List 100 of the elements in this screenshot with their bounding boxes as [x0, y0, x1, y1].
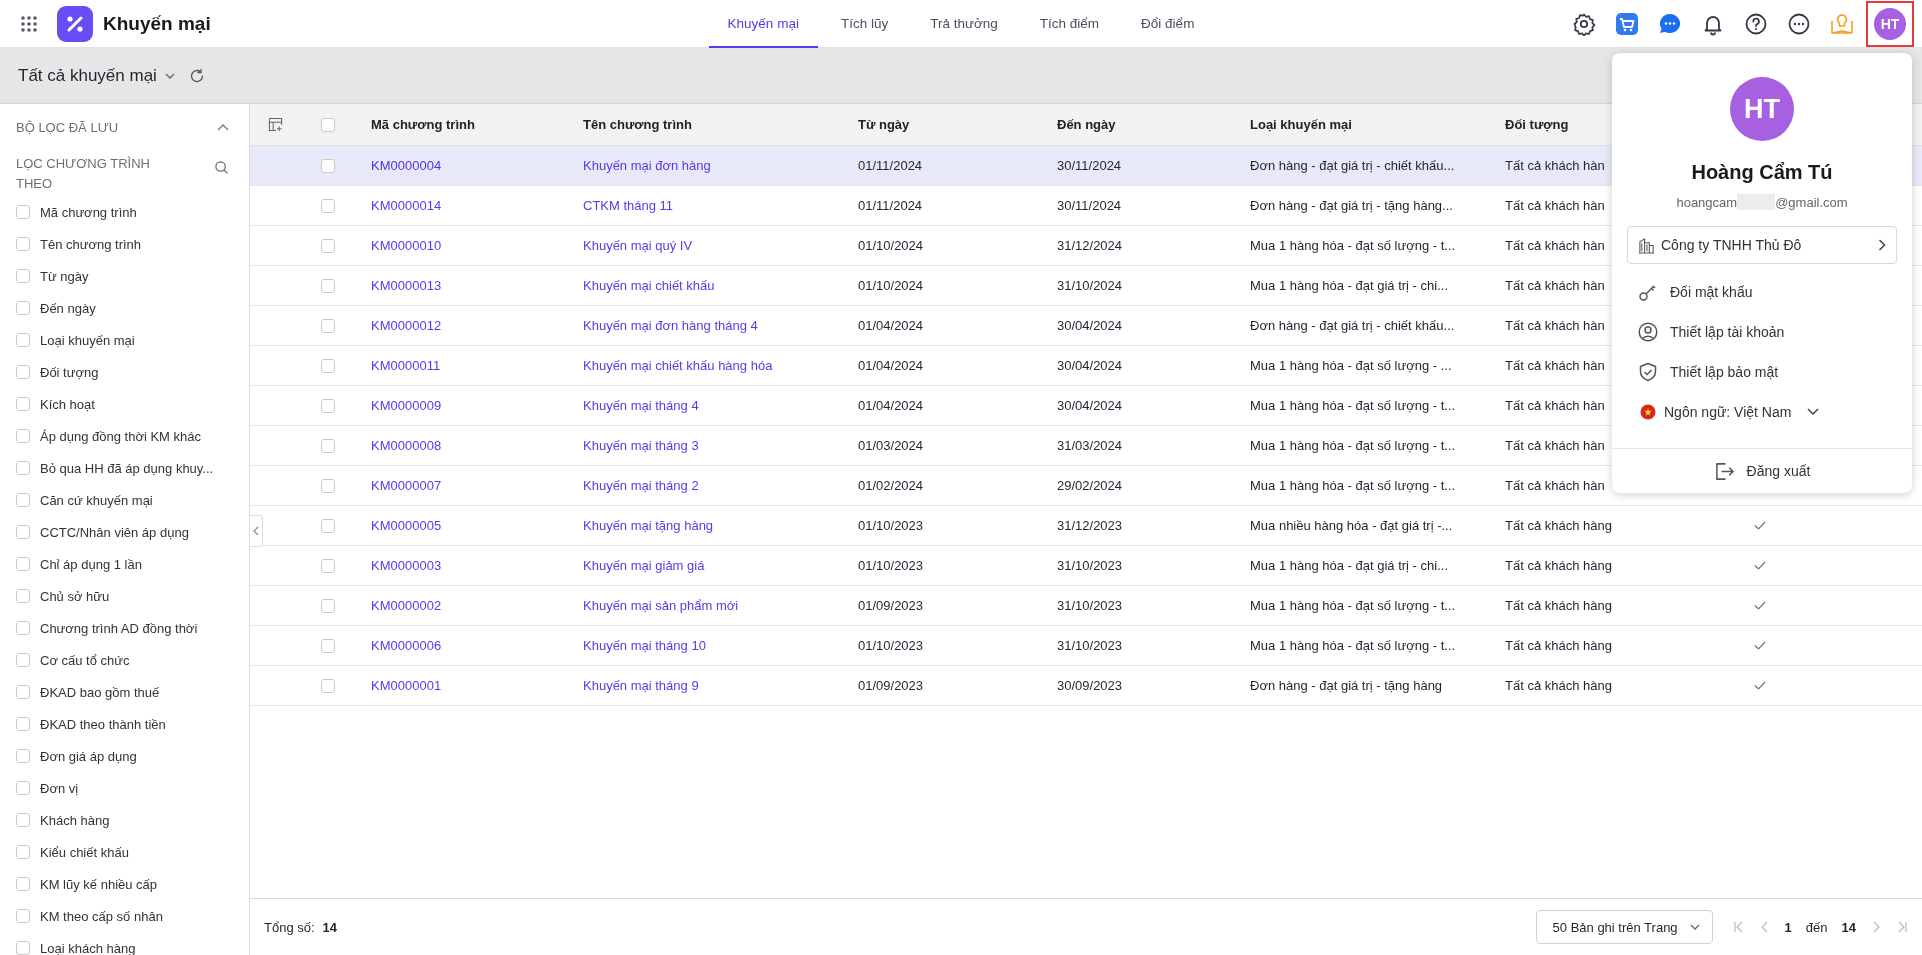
- program-name-link[interactable]: Khuyến mại quý IV: [583, 238, 693, 253]
- checkbox[interactable]: [16, 397, 30, 411]
- checkbox[interactable]: [320, 478, 335, 493]
- checkbox[interactable]: [16, 909, 30, 923]
- apps-grid-icon[interactable]: [20, 15, 38, 33]
- checkbox[interactable]: [320, 198, 335, 213]
- checkbox[interactable]: [16, 749, 30, 763]
- checkbox[interactable]: [16, 877, 30, 891]
- program-code-link[interactable]: KM0000010: [371, 238, 442, 253]
- program-code-link[interactable]: KM0000003: [371, 558, 442, 573]
- checkbox[interactable]: [16, 269, 30, 283]
- checkbox[interactable]: [320, 158, 335, 173]
- collapse-handle[interactable]: [250, 515, 263, 547]
- checkbox[interactable]: [16, 461, 30, 475]
- settings-icon[interactable]: [1572, 12, 1596, 36]
- caret-icon[interactable]: [164, 72, 175, 79]
- checkbox[interactable]: [16, 525, 30, 539]
- checkbox[interactable]: [16, 365, 30, 379]
- program-name-link[interactable]: Khuyến mại chiết khấu: [583, 278, 715, 293]
- program-code-link[interactable]: KM0000012: [371, 318, 442, 333]
- checkbox[interactable]: [16, 589, 30, 603]
- program-code-link[interactable]: KM0000007: [371, 478, 442, 493]
- program-code-link[interactable]: KM0000013: [371, 278, 442, 293]
- page-size-select[interactable]: 50 Bản ghi trên Trang: [1535, 910, 1713, 944]
- program-name-link[interactable]: Khuyến mại đơn hàng: [583, 158, 711, 173]
- checkbox[interactable]: [320, 598, 335, 613]
- more-icon[interactable]: [1787, 12, 1811, 36]
- program-code-link[interactable]: KM0000002: [371, 598, 442, 613]
- lightbulb-icon[interactable]: [1830, 12, 1854, 36]
- checkbox[interactable]: [16, 941, 30, 955]
- program-name-link[interactable]: Khuyến mại giảm giá: [583, 558, 705, 573]
- avatar-button[interactable]: HT: [1874, 8, 1906, 40]
- program-name-link[interactable]: Khuyến mại tháng 9: [583, 678, 699, 693]
- nav-tab[interactable]: Đổi điểm: [1122, 0, 1214, 48]
- program-name-link[interactable]: Khuyến mại sản phẩm mới: [583, 598, 739, 613]
- checkbox[interactable]: [16, 621, 30, 635]
- program-name-link[interactable]: Khuyến mại chiết khấu hàng hóa: [583, 358, 773, 373]
- table-cell: Tất cả khách hàn: [1505, 478, 1605, 493]
- checkbox[interactable]: [16, 429, 30, 443]
- menu-item[interactable]: Thiết lập tài khoản: [1638, 312, 1785, 352]
- nav-tab[interactable]: Trả thưởng: [911, 0, 1017, 48]
- checkbox[interactable]: [320, 238, 335, 253]
- logout-button[interactable]: Đăng xuất: [1713, 460, 1811, 482]
- chat-icon[interactable]: [1658, 12, 1682, 36]
- checkbox[interactable]: [320, 678, 335, 693]
- checkbox[interactable]: [16, 237, 30, 251]
- checkbox[interactable]: [16, 333, 30, 347]
- checkbox[interactable]: [16, 845, 30, 859]
- filter-label: Chương trình AD đồng thời: [40, 620, 198, 636]
- program-code-link[interactable]: KM0000014: [371, 198, 442, 213]
- checkbox[interactable]: [16, 653, 30, 667]
- program-name-link[interactable]: Khuyến mại tặng hàng: [583, 518, 714, 533]
- checkbox[interactable]: [320, 358, 335, 373]
- checkbox[interactable]: [16, 205, 30, 219]
- program-name-link[interactable]: Khuyến mại tháng 2: [583, 478, 699, 493]
- checkbox[interactable]: [320, 117, 335, 132]
- program-code-link[interactable]: KM0000004: [371, 158, 442, 173]
- add-column-icon[interactable]: [267, 117, 283, 132]
- checkbox[interactable]: [16, 717, 30, 731]
- program-code-link[interactable]: KM0000005: [371, 518, 442, 533]
- program-code-link[interactable]: KM0000006: [371, 638, 442, 653]
- last-page-icon[interactable]: [1896, 921, 1908, 933]
- help-icon[interactable]: [1744, 12, 1768, 36]
- checkbox[interactable]: [320, 558, 335, 573]
- first-page-icon[interactable]: [1732, 921, 1745, 933]
- program-name-link[interactable]: Khuyến mại tháng 4: [583, 398, 699, 413]
- checkbox[interactable]: [16, 685, 30, 699]
- cart-icon[interactable]: [1615, 12, 1639, 36]
- program-name-link[interactable]: Khuyến mại tháng 10: [583, 638, 706, 653]
- checkbox[interactable]: [320, 518, 335, 533]
- search-icon[interactable]: [214, 160, 229, 175]
- menu-item[interactable]: Đổi mật khẩu: [1638, 272, 1753, 312]
- program-code-link[interactable]: KM0000011: [371, 358, 441, 373]
- checkbox[interactable]: [16, 493, 30, 507]
- language-selector[interactable]: Ngôn ngữ: Việt Nam: [1640, 392, 1820, 432]
- checkbox[interactable]: [320, 278, 335, 293]
- nav-tab[interactable]: Tích lũy: [821, 0, 908, 48]
- program-code-link[interactable]: KM0000009: [371, 398, 442, 413]
- total-label: Tổng số:: [264, 919, 315, 935]
- checkbox[interactable]: [320, 398, 335, 413]
- program-name-link[interactable]: Khuyến mại đơn hàng tháng 4: [583, 318, 758, 333]
- program-code-link[interactable]: KM0000001: [371, 678, 442, 693]
- checkbox[interactable]: [320, 638, 335, 653]
- checkbox[interactable]: [320, 318, 335, 333]
- program-name-link[interactable]: Khuyến mại tháng 3: [583, 438, 699, 453]
- menu-item[interactable]: Thiết lập bảo mật: [1638, 352, 1779, 392]
- company-selector[interactable]: Công ty TNHH Thủ Đô: [1627, 226, 1897, 264]
- chevron-up-icon[interactable]: [217, 123, 229, 131]
- checkbox[interactable]: [16, 813, 30, 827]
- program-code-link[interactable]: KM0000008: [371, 438, 442, 453]
- nav-tab[interactable]: Tích điểm: [1020, 0, 1119, 48]
- refresh-icon[interactable]: [188, 67, 205, 84]
- view-selector[interactable]: Tất cả khuyến mại: [18, 65, 157, 86]
- checkbox[interactable]: [16, 301, 30, 315]
- checkbox[interactable]: [320, 438, 335, 453]
- checkbox[interactable]: [16, 557, 30, 571]
- filter-label: Bỏ qua HH đã áp dụng khuy...: [40, 460, 214, 476]
- table-cell: 01/04/2024: [858, 318, 924, 333]
- program-name-link[interactable]: CTKM tháng 11: [583, 198, 674, 213]
- checkbox[interactable]: [16, 781, 30, 795]
